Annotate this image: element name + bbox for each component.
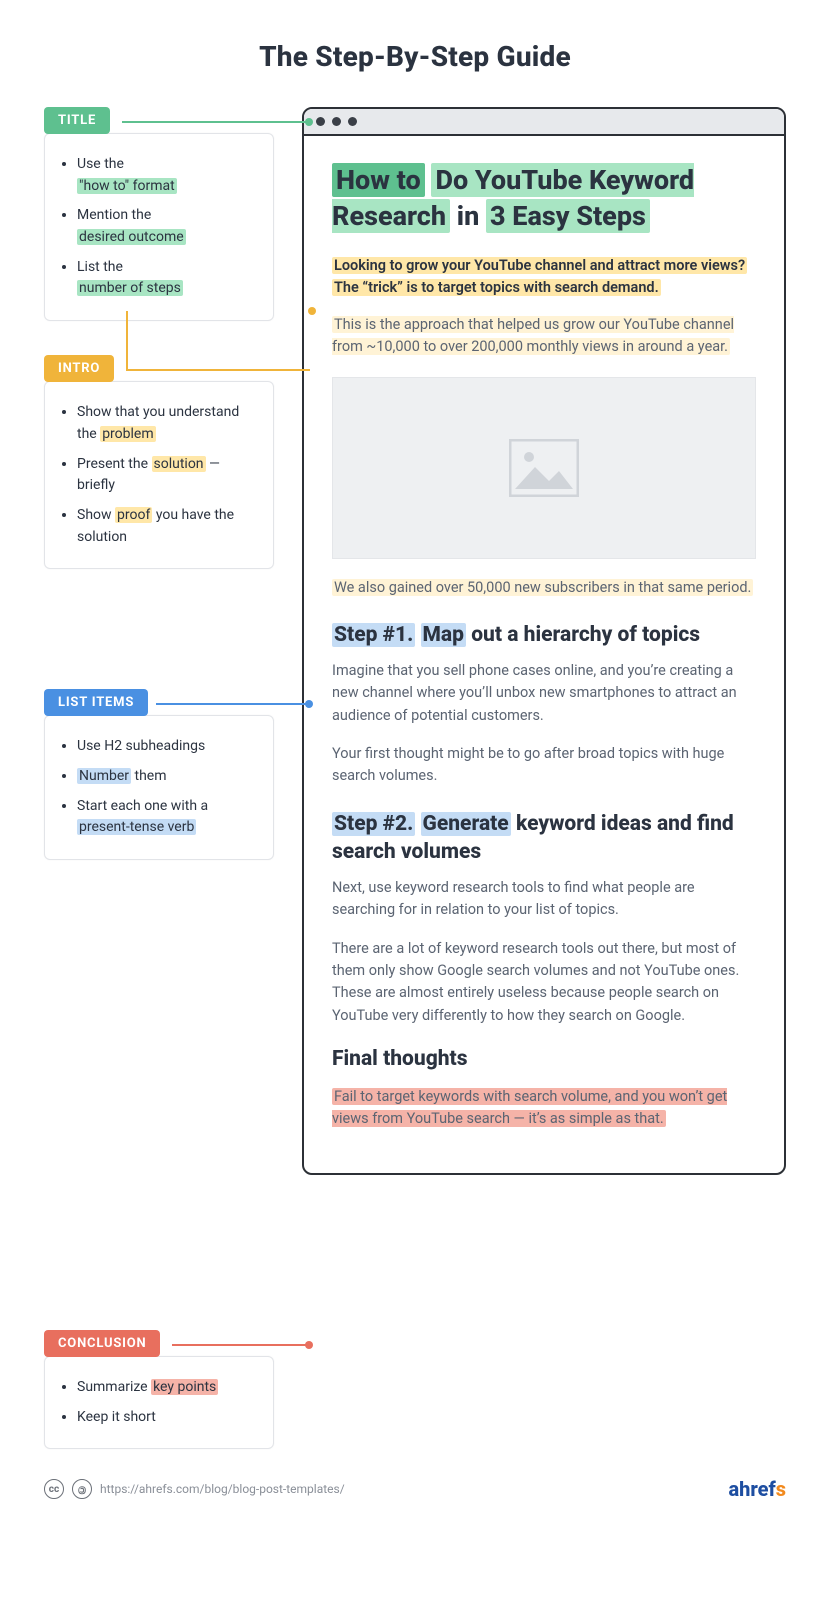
highlight: problem — [100, 426, 155, 442]
step-2-heading: Step #2. Generate keyword ideas and find… — [332, 810, 756, 867]
post-title: How to Do YouTube Keyword Research in 3 … — [332, 162, 756, 235]
step-verb: Generate — [421, 812, 511, 836]
layout: TITLE Use the "how to" format Mention th… — [44, 107, 786, 1449]
list-item: List the number of steps — [77, 257, 259, 300]
intro-paragraph: Looking to grow your YouTube channel and… — [332, 255, 756, 300]
list-item: Show that you understand the problem — [77, 402, 259, 445]
conclusion-highlight: Fail to target keywords with search volu… — [332, 1088, 727, 1127]
step-number: Step #2. — [332, 812, 415, 836]
footer-url: https://ahrefs.com/blog/blog-post-templa… — [100, 1482, 345, 1496]
tag-title: TITLE — [44, 107, 110, 134]
highlight: "how to" format — [77, 178, 177, 194]
tag-listitems: LIST ITEMS — [44, 689, 148, 716]
sidebar: TITLE Use the "how to" format Mention th… — [44, 107, 274, 1449]
footer-left: cc 🄯 https://ahrefs.com/blog/blog-post-t… — [44, 1479, 345, 1499]
conclusion-group: CONCLUSION Summarize key points Keep it … — [44, 1330, 274, 1449]
intro-solution: The “trick” is to target topics with sea… — [332, 279, 661, 296]
footer: cc 🄯 https://ahrefs.com/blog/blog-post-t… — [44, 1477, 786, 1501]
list-item: Keep it short — [77, 1407, 259, 1429]
list-item: Present the solution — briefly — [77, 454, 259, 497]
list-item: Number them — [77, 766, 259, 788]
step-2-p2: There are a lot of keyword research tool… — [332, 938, 756, 1028]
image-icon — [509, 439, 579, 497]
content-column: How to Do YouTube Keyword Research in 3 … — [302, 107, 786, 1175]
tag-conclusion: CONCLUSION — [44, 1330, 160, 1357]
title-steps: 3 Easy Steps — [486, 199, 650, 233]
highlight: present-tense verb — [77, 819, 196, 835]
browser-window: How to Do YouTube Keyword Research in 3 … — [302, 107, 786, 1175]
window-dot-icon — [316, 117, 325, 126]
step-verb: Map — [421, 623, 466, 647]
intro-group: INTRO Show that you understand the probl… — [44, 355, 274, 569]
listitems-card: Use H2 subheadings Number them Start eac… — [44, 715, 274, 860]
list-item: Use H2 subheadings — [77, 736, 259, 758]
list-item: Start each one with a present-tense verb — [77, 796, 259, 839]
window-dot-icon — [348, 117, 357, 126]
title-group: TITLE Use the "how to" format Mention th… — [44, 107, 274, 321]
conclusion-card: Summarize key points Keep it short — [44, 1356, 274, 1449]
list-item: Summarize key points — [77, 1377, 259, 1399]
intro-card: Show that you understand the problem Pre… — [44, 381, 274, 569]
intro-problem: Looking to grow your YouTube channel and… — [332, 257, 747, 274]
final-thoughts-heading: Final thoughts — [332, 1047, 756, 1071]
highlight: number of steps — [77, 280, 183, 296]
highlight: solution — [152, 456, 206, 472]
list-item: Mention the desired outcome — [77, 205, 259, 248]
page-title: The Step-By-Step Guide — [44, 40, 786, 73]
proof-1: This is the approach that helped us grow… — [332, 314, 756, 359]
image-placeholder — [332, 377, 756, 559]
step-1-p2: Your first thought might be to go after … — [332, 743, 756, 788]
browser-body: How to Do YouTube Keyword Research in 3 … — [304, 136, 784, 1173]
title-howto: How to — [332, 163, 425, 197]
brand-logo: ahrefs — [729, 1477, 787, 1501]
proof-2: We also gained over 50,000 new subscribe… — [332, 577, 756, 599]
step-number: Step #1. — [332, 623, 415, 647]
highlight: proof — [115, 507, 152, 523]
list-item: Use the "how to" format — [77, 154, 259, 197]
browser-titlebar — [304, 109, 784, 136]
step-2-p1: Next, use keyword research tools to find… — [332, 877, 756, 922]
cc-icon: cc — [44, 1479, 64, 1499]
final-thoughts-body: Fail to target keywords with search volu… — [332, 1086, 756, 1131]
highlight: key points — [151, 1379, 218, 1395]
tag-intro: INTRO — [44, 355, 114, 382]
highlight: Number — [77, 768, 131, 784]
step-1-p1: Imagine that you sell phone cases online… — [332, 660, 756, 727]
listitems-group: LIST ITEMS Use H2 subheadings Number the… — [44, 689, 274, 860]
list-item: Show proof you have the solution — [77, 505, 259, 548]
highlight: desired outcome — [77, 229, 186, 245]
attribution-icon: 🄯 — [72, 1479, 92, 1499]
window-dot-icon — [332, 117, 341, 126]
title-card: Use the "how to" format Mention the desi… — [44, 133, 274, 321]
step-1-heading: Step #1. Map out a hierarchy of topics — [332, 621, 756, 649]
